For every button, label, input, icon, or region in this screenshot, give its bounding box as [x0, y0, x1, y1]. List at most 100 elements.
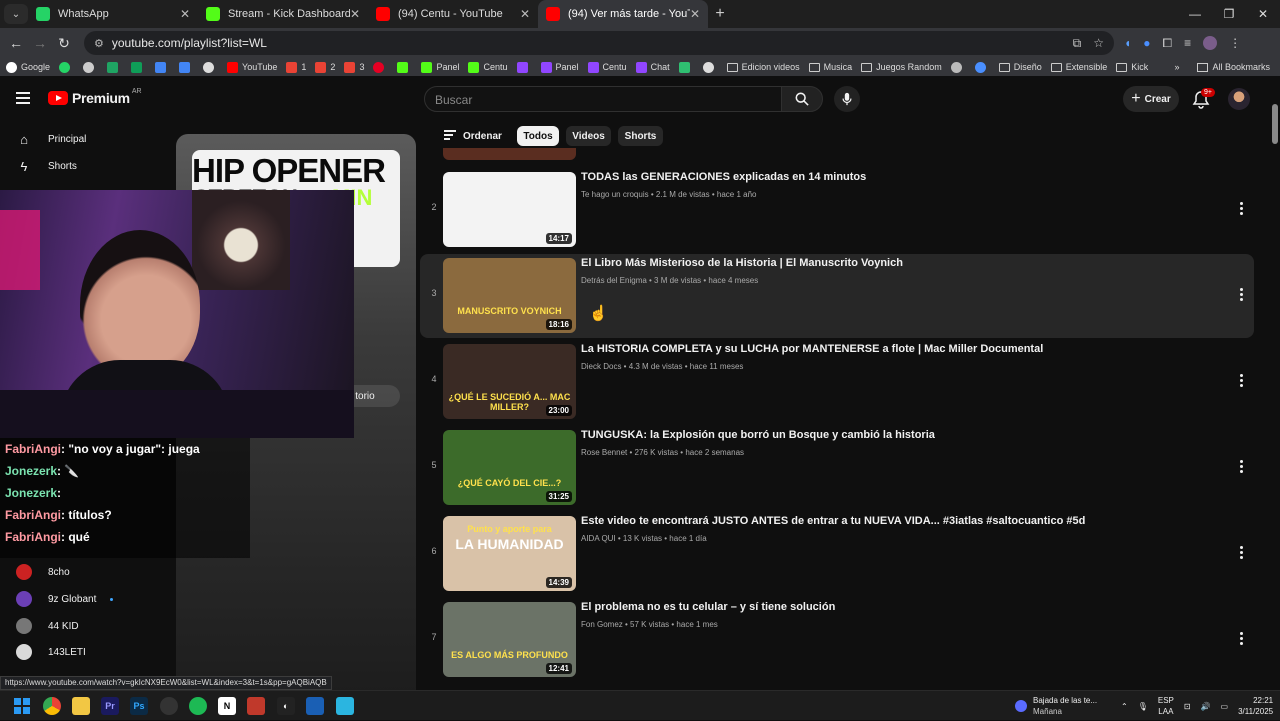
extension-icon-1[interactable]: ◖: [1124, 36, 1131, 50]
back-button[interactable]: ←: [4, 35, 28, 51]
more-actions-icon[interactable]: [1236, 198, 1246, 218]
bookmark-extra-1[interactable]: [678, 61, 694, 73]
bookmark-calendar[interactable]: [179, 61, 194, 73]
video-title[interactable]: El Libro Más Misterioso de la Historia |…: [581, 257, 903, 269]
extension-icon-2[interactable]: ●: [1143, 36, 1150, 50]
bookmark-star-icon[interactable]: ☆: [1093, 36, 1104, 50]
tab-close-icon[interactable]: ✕: [350, 7, 360, 21]
video-thumbnail[interactable]: Punto y aporte para LA HUMANIDAD 14:39: [443, 516, 576, 591]
playlist-video-row[interactable]: 4 ¿QUÉ LE SUCEDIÓ A... MAC MILLER? 23:00 La…: [420, 340, 1254, 424]
notion-icon[interactable]: N: [218, 697, 236, 715]
sidebar-item-principal[interactable]: ⌂ Principal: [16, 129, 86, 149]
forward-button[interactable]: →: [28, 35, 52, 51]
extensions-puzzle-icon[interactable]: ⧠: [1163, 36, 1173, 51]
playlist-video-row[interactable]: 7 ES ALGO MÁS PROFUNDO 12:41 El problema no…: [420, 598, 1254, 682]
video-thumbnail[interactable]: ES ALGO MÁS PROFUNDO 12:41: [443, 602, 576, 677]
network-icon[interactable]: ⊡: [1184, 702, 1191, 711]
app-icon[interactable]: [247, 697, 265, 715]
file-explorer-icon[interactable]: [72, 697, 90, 715]
bookmark-folder-edicion[interactable]: Edicion videos: [726, 62, 800, 72]
bookmark-gmail-2[interactable]: 2: [315, 61, 335, 73]
bookmark-twitch-1[interactable]: [516, 61, 532, 73]
voice-search-button[interactable]: [834, 86, 860, 112]
install-app-icon[interactable]: ⧉: [1073, 36, 1082, 51]
youtube-premium-logo[interactable]: Premium AR: [48, 88, 142, 106]
sidebar-subscription-item[interactable]: 143LETI: [16, 643, 86, 661]
browser-tab[interactable]: (94) Centu - YouTube ✕: [368, 0, 538, 28]
chip-shorts[interactable]: Shorts: [618, 126, 663, 146]
browser-tab[interactable]: (94) Ver más tarde - YouTube✕: [538, 0, 708, 28]
video-thumbnail[interactable]: ¿QUÉ LE SUCEDIÓ A... MAC MILLER? 23:00: [443, 344, 576, 419]
bookmark-pinterest[interactable]: [373, 61, 388, 73]
app-icon[interactable]: [306, 697, 324, 715]
microphone-icon[interactable]: 🎙: [1138, 702, 1148, 711]
bookmark-cat[interactable]: [950, 61, 966, 73]
more-actions-icon[interactable]: [1236, 542, 1246, 562]
weather-notification[interactable]: Bajada de las te... Mañana: [1015, 691, 1097, 721]
account-avatar[interactable]: [1228, 88, 1250, 110]
tab-search-button[interactable]: ⌄: [4, 4, 28, 24]
bookmark-gmail-3[interactable]: 3: [344, 61, 364, 73]
video-thumbnail[interactable]: ¿QUÉ CAYÓ DEL CIE...? 31:25: [443, 430, 576, 505]
bookmark-folder-musica[interactable]: Musica: [808, 62, 852, 72]
reading-list-icon[interactable]: ≡: [1184, 36, 1191, 50]
page-scrollbar[interactable]: [1270, 76, 1280, 686]
tab-close-icon[interactable]: ✕: [520, 7, 530, 21]
more-actions-icon[interactable]: [1236, 456, 1246, 476]
bookmark-docs[interactable]: [155, 61, 170, 73]
restore-button[interactable]: ❐: [1212, 0, 1246, 28]
bookmark-google[interactable]: Google: [6, 61, 50, 73]
tab-close-icon[interactable]: ✕: [690, 7, 700, 21]
reload-button[interactable]: ↻: [52, 35, 76, 52]
battery-icon[interactable]: ▭: [1221, 702, 1229, 711]
chip-videos[interactable]: Videos: [566, 126, 611, 146]
tab-close-icon[interactable]: ✕: [180, 7, 190, 21]
new-tab-button[interactable]: +: [708, 5, 732, 23]
sidebar-subscription-item[interactable]: 8cho: [16, 563, 70, 581]
bookmark-twitch-centu[interactable]: Centu: [587, 61, 627, 73]
more-actions-icon[interactable]: [1236, 370, 1246, 390]
bookmark-extra-3[interactable]: [974, 61, 990, 73]
bookmark-kick-panel[interactable]: Panel: [421, 61, 459, 73]
bookmark-folder-juegos[interactable]: Juegos Random: [861, 62, 942, 72]
bookmark-kick[interactable]: [397, 61, 412, 73]
chip-todos[interactable]: Todos: [517, 126, 559, 146]
app-icon[interactable]: ◐: [277, 697, 295, 715]
sidebar-item-shorts[interactable]: ϟ Shorts: [16, 156, 77, 176]
url-text[interactable]: youtube.com/playlist?list=WL: [112, 36, 1061, 50]
volume-icon[interactable]: 🔊: [1201, 702, 1211, 711]
tray-chevron-icon[interactable]: ⌃: [1121, 702, 1128, 711]
guide-menu-icon[interactable]: [16, 92, 30, 104]
bookmark-extra-2[interactable]: [702, 61, 718, 73]
all-bookmarks-button[interactable]: All Bookmarks: [1212, 62, 1270, 72]
more-actions-icon[interactable]: [1236, 628, 1246, 648]
video-title[interactable]: El problema no es tu celular – y sí tien…: [581, 601, 835, 613]
profile-avatar[interactable]: [1203, 36, 1218, 50]
bookmark-apple[interactable]: [83, 61, 98, 73]
create-button[interactable]: + Crear: [1123, 86, 1179, 112]
photoshop-icon[interactable]: Ps: [130, 697, 148, 715]
playlist-video-row[interactable]: 6 Punto y aporte para LA HUMANIDAD 14:39 Est…: [420, 512, 1254, 596]
sidebar-subscription-item[interactable]: 44 KID: [16, 617, 79, 635]
browser-menu-icon[interactable]: ⋮: [1229, 36, 1241, 50]
search-button[interactable]: [781, 86, 823, 112]
premiere-icon[interactable]: Pr: [101, 697, 119, 715]
video-title[interactable]: Este video te encontrará JUSTO ANTES de …: [581, 515, 1085, 527]
playlist-video-row[interactable]: 3 MANUSCRITO VOYNICH 18:16 El Libro Más Mis…: [420, 254, 1254, 338]
browser-tab[interactable]: Stream - Kick Dashboard ✕: [198, 0, 368, 28]
sidebar-subscription-item[interactable]: 9z Globant: [16, 590, 114, 608]
minimize-button[interactable]: —: [1178, 0, 1212, 28]
language-indicator[interactable]: ESP LAA: [1158, 695, 1174, 717]
clock[interactable]: 22:21 3/11/2025: [1238, 695, 1273, 717]
search-input[interactable]: Buscar: [424, 86, 782, 112]
video-title[interactable]: TODAS las GENERACIONES explicadas en 14 …: [581, 171, 866, 183]
bookmark-folder-diseno[interactable]: Diseño: [998, 62, 1042, 72]
bookmark-drive[interactable]: [107, 61, 122, 73]
previous-video-thumbnail[interactable]: [443, 148, 576, 160]
video-thumbnail[interactable]: 14:17: [443, 172, 576, 247]
bookmark-twitch-chat[interactable]: Chat: [635, 61, 670, 73]
scrollbar-thumb[interactable]: [1272, 104, 1278, 144]
playlist-video-row[interactable]: 2 14:17 TODAS las GENERACIONES explicadas …: [420, 168, 1254, 252]
chrome-icon[interactable]: [43, 697, 61, 715]
browser-tab[interactable]: WhatsApp ✕: [28, 0, 198, 28]
